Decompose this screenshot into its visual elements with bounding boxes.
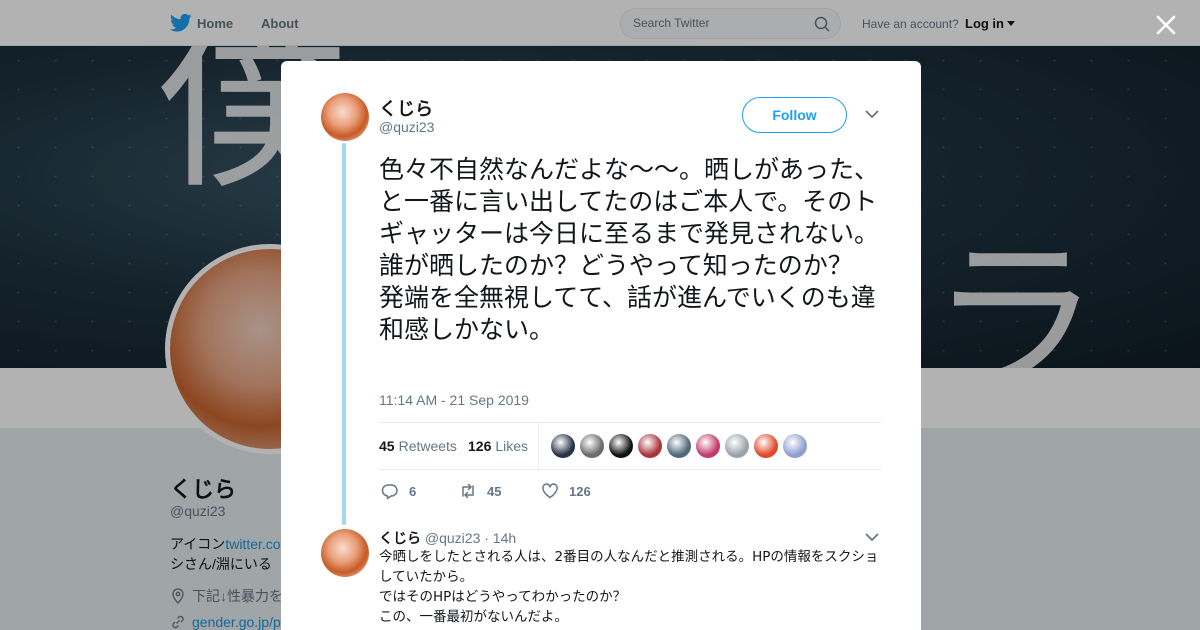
retweets-stat[interactable]: 45 Retweets [379,438,457,454]
liker-avatar[interactable] [609,434,633,458]
heart-icon [542,483,558,499]
retweets-count: 45 [379,438,395,454]
tweet-author-name[interactable]: くじら [379,95,433,121]
chevron-down-icon[interactable] [865,532,879,542]
retweet-action[interactable]: 45 [459,482,501,500]
retweet-count: 45 [487,484,502,499]
reply-timestamp[interactable]: · 14h [484,530,516,546]
reply-author-handle[interactable]: @quzi23 [425,530,480,546]
likes-stat[interactable]: 126 Likes [468,438,528,454]
reply-action[interactable]: 6 [381,482,416,500]
liker-avatar[interactable] [638,434,662,458]
tweet-author-avatar[interactable] [321,93,369,141]
reply-author-avatar[interactable] [321,529,369,577]
tweet-modal: くじら @quzi23 Follow 色々不自然なんだよな〜〜。晒しがあった、と… [281,61,921,630]
liker-avatar[interactable] [754,434,778,458]
reply-line: この、一番最初がないんだよ。 [379,609,568,625]
reply-line: 今晒しをしたとされる人は、2番目の人なんだと推測される。HPの情報をスクショして… [379,549,879,585]
retweet-icon [462,483,474,499]
reply-author-name[interactable]: くじら [379,530,421,546]
reply-header: くじら @quzi23 · 14h [379,528,516,548]
reply-line: ではそのHPはどうやってわかったのか？ [379,589,627,605]
liker-avatar[interactable] [667,434,691,458]
like-count: 126 [569,484,591,499]
reply-text: 今晒しをしたとされる人は、2番目の人なんだと推測される。HPの情報をスクショして… [379,547,879,627]
retweets-label: Retweets [398,438,457,454]
liker-avatars [551,434,807,458]
liker-avatar[interactable] [580,434,604,458]
tweet-author-handle[interactable]: @quzi23 [379,119,434,135]
like-action[interactable]: 126 [541,482,591,500]
chevron-down-icon[interactable] [865,109,879,119]
liker-avatar[interactable] [551,434,575,458]
liker-avatar[interactable] [725,434,749,458]
likes-count: 126 [468,438,492,454]
liker-avatar[interactable] [696,434,720,458]
reply-count: 6 [409,484,417,499]
close-icon[interactable] [1153,12,1179,38]
likes-label: Likes [495,438,529,454]
liker-avatar[interactable] [783,434,807,458]
follow-button[interactable]: Follow [742,97,847,133]
tweet-timestamp[interactable]: 11:14 AM - 21 Sep 2019 [379,392,529,408]
tweet-actions: 6 45 126 [379,479,881,503]
tweet-stats: 45 Retweets 126 Likes [379,422,881,470]
stats-divider [538,423,539,469]
tweet-text: 色々不自然なんだよな〜〜。晒しがあった、と一番に言い出してたのはご本人で。そのト… [379,155,880,344]
reply-icon [381,484,398,500]
thread-connector-line [342,143,346,525]
